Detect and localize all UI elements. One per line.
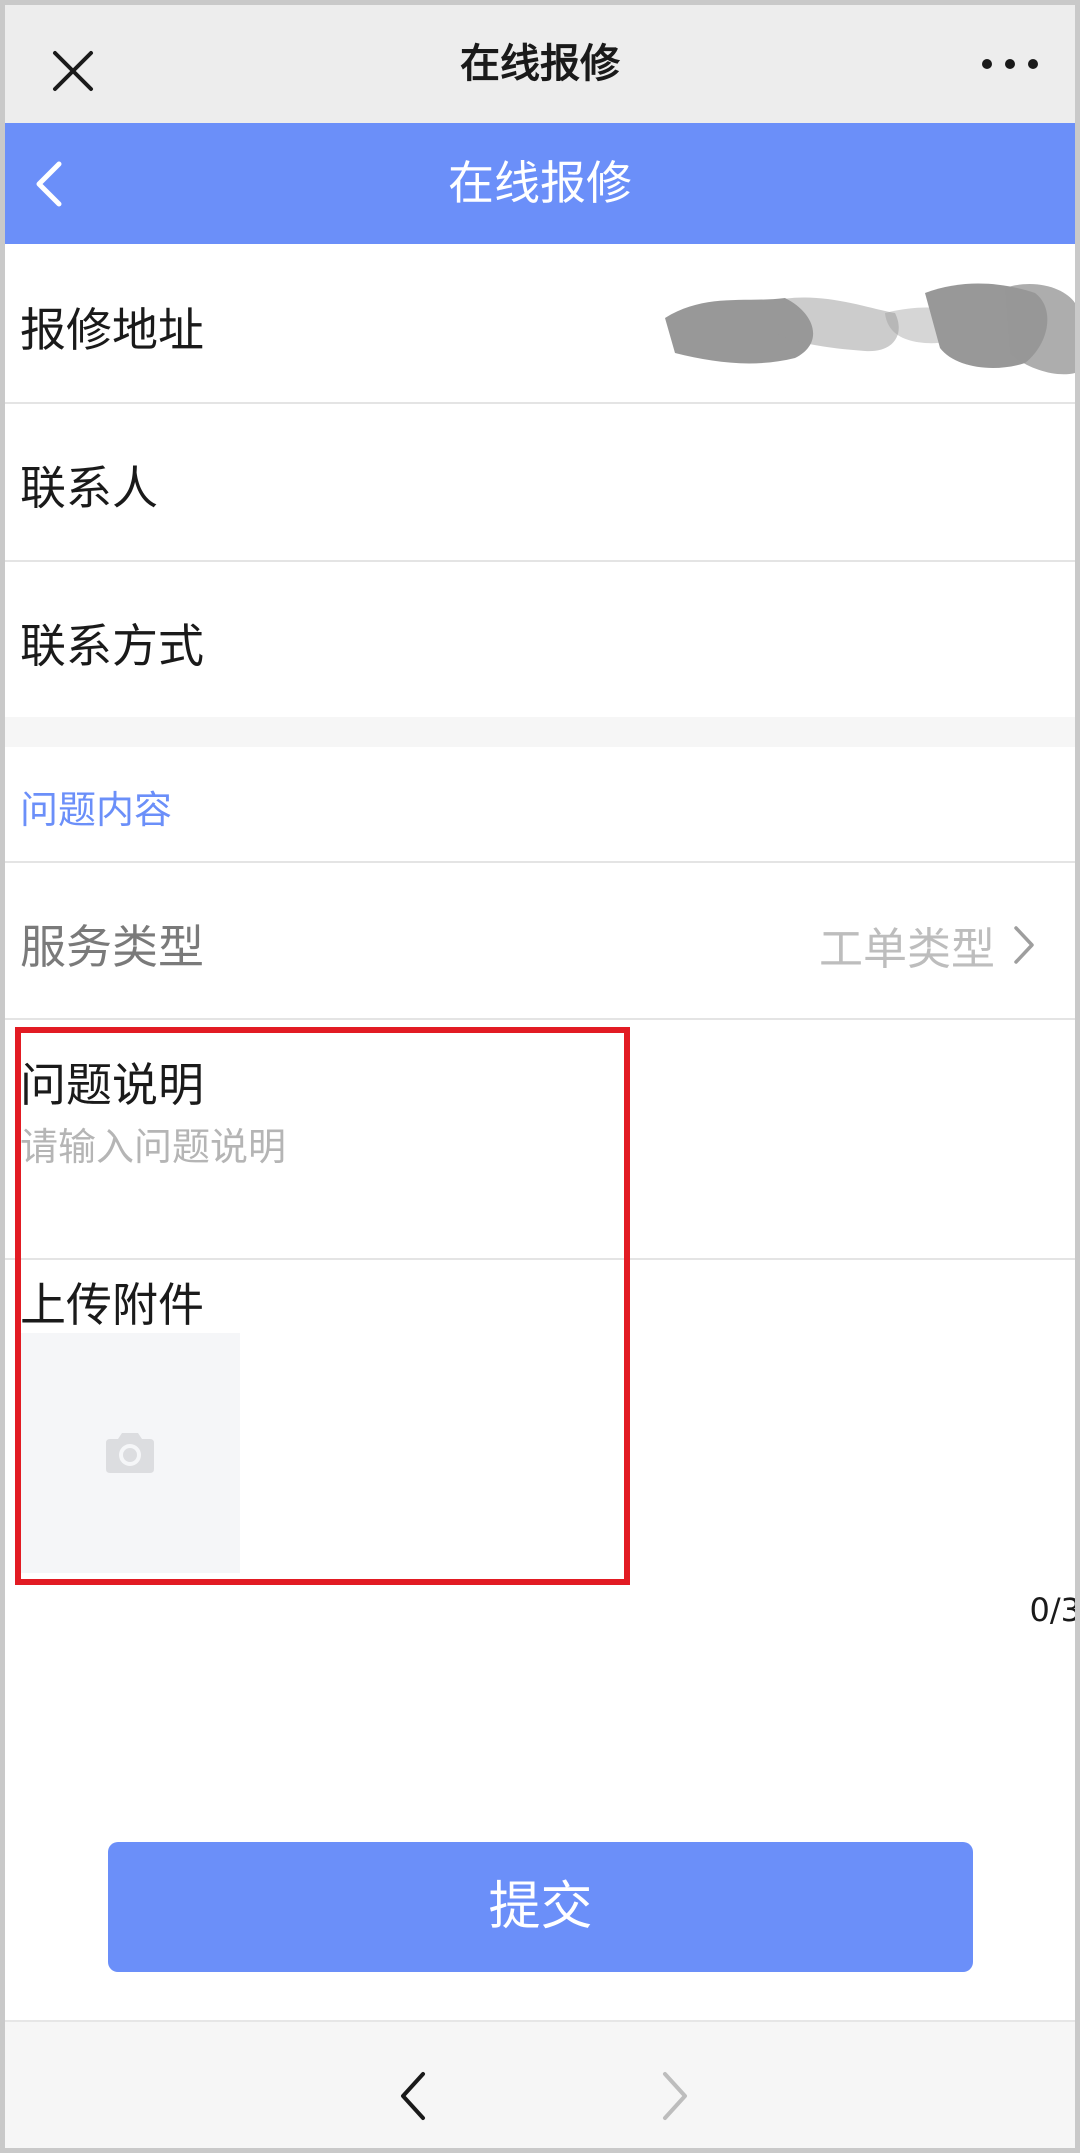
chevron-right-icon[interactable] [1011, 923, 1037, 967]
nav-back-icon[interactable] [395, 2068, 431, 2124]
nav-forward-icon[interactable] [657, 2068, 693, 2124]
service-type-label: 服务类型 [20, 920, 204, 974]
more-icon[interactable] [975, 49, 1045, 79]
phone-row[interactable]: 联系方式 [5, 562, 1075, 717]
bottom-nav-bar [5, 2020, 1075, 2148]
window-title: 在线报修 [460, 41, 620, 87]
section-gap [5, 717, 1075, 747]
highlight-box [15, 1027, 630, 1585]
app-frame: 在线报修 在线报修 报修地址 联系人 联系方式 问题内容 服务类型 工单类型 问… [5, 5, 1075, 2148]
top-bar: 在线报修 [5, 5, 1075, 123]
service-type-value[interactable]: 工单类型 [819, 913, 995, 977]
redacted-address-scribble [665, 283, 1075, 375]
divider [5, 1018, 1075, 1020]
section-title: 问题内容 [20, 788, 173, 832]
page-title: 在线报修 [448, 156, 632, 210]
contact-label: 联系人 [20, 461, 158, 515]
page-header: 在线报修 [5, 123, 1075, 244]
submit-button[interactable]: 提交 [108, 1842, 973, 1972]
contact-row[interactable]: 联系人 [5, 404, 1075, 560]
address-label: 报修地址 [20, 303, 204, 357]
upload-counter: 0/3 [1029, 1591, 1076, 1629]
phone-label: 联系方式 [20, 619, 204, 673]
